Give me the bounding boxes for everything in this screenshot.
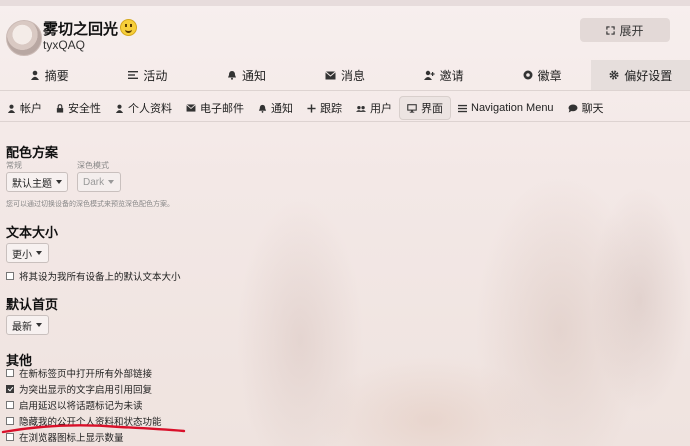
username-text: 雾切之回光	[43, 21, 119, 38]
subtab-interface[interactable]: 界面	[399, 96, 451, 120]
user-plus-icon	[423, 70, 435, 80]
subtab-notifications[interactable]: 通知	[251, 97, 300, 119]
badge-icon	[523, 70, 533, 80]
user-handle: tyxQAQ	[43, 38, 86, 52]
expand-icon	[606, 25, 616, 35]
subtab-label: 聊天	[581, 103, 604, 115]
subtab-email[interactable]: 电子邮件	[179, 97, 251, 119]
tab-activity[interactable]: 活动	[99, 60, 198, 90]
option-delay-unread[interactable]: 启用延迟以将话题标记为未读	[6, 398, 143, 412]
regular-scheme-select[interactable]: 默认主题	[6, 172, 68, 192]
chat-icon	[568, 103, 578, 113]
default-text-size-option[interactable]: 将其设为我所有设备上的默认文本大小	[6, 269, 181, 283]
dark-scheme-label: 深色模式	[77, 161, 109, 170]
chevron-down-icon	[56, 180, 62, 184]
tab-summary[interactable]: 摘要	[0, 60, 99, 90]
tab-label: 活动	[143, 68, 168, 83]
desktop-icon	[407, 103, 417, 113]
color-scheme-heading: 配色方案	[6, 145, 59, 160]
select-value: Dark	[83, 176, 105, 188]
bars-icon	[458, 104, 467, 112]
option-label: 在新标签页中打开所有外部链接	[19, 369, 153, 380]
avatar[interactable]	[6, 20, 42, 56]
person-icon	[30, 70, 39, 80]
list-icon	[128, 71, 139, 79]
select-value: 最新	[12, 321, 32, 333]
dark-scheme-select[interactable]: Dark	[77, 172, 121, 192]
tab-label: 偏好设置	[624, 68, 673, 83]
option-checkbox[interactable]	[6, 369, 14, 377]
select-value: 默认主题	[12, 178, 52, 190]
select-value: 更小	[12, 249, 32, 261]
subtab-label: 跟踪	[320, 103, 342, 115]
tab-label: 摘要	[44, 68, 69, 83]
subtab-account[interactable]: 帐户	[0, 97, 49, 119]
person-icon	[7, 104, 16, 113]
envelope-icon	[325, 70, 336, 79]
regular-scheme-label: 常规	[6, 161, 22, 170]
subtab-tracking[interactable]: 跟踪	[300, 97, 349, 119]
option-checkbox[interactable]	[6, 401, 14, 409]
users-icon	[356, 105, 366, 112]
dark-mode-hint: 您可以通过切换设备的深色模式来预览深色配色方案。	[6, 201, 174, 208]
subtab-label: Navigation Menu	[471, 102, 554, 114]
chevron-down-icon	[108, 180, 115, 184]
text-size-heading: 文本大小	[6, 225, 59, 240]
expand-button[interactable]: 展开	[580, 18, 670, 42]
chevron-down-icon	[36, 323, 42, 327]
text-size-select[interactable]: 更小	[6, 243, 49, 263]
chevron-down-icon	[36, 251, 42, 255]
option-label: 为突出显示的文字启用引用回复	[19, 385, 153, 396]
subtab-navigation-menu[interactable]: Navigation Menu	[451, 97, 561, 119]
subtab-security[interactable]: 安全性	[49, 97, 108, 119]
gear-icon	[609, 70, 619, 80]
tab-badges[interactable]: 徽章	[493, 60, 592, 90]
subtab-label: 安全性	[68, 103, 101, 115]
tab-label: 邀请	[439, 68, 464, 83]
plus-icon	[307, 103, 316, 113]
user-header: 雾切之回光 tyxQAQ 展开	[0, 10, 690, 56]
tab-notifications[interactable]: 通知	[197, 60, 296, 90]
lock-icon	[56, 103, 64, 113]
tab-label: 消息	[341, 68, 366, 83]
option-label: 启用延迟以将话题标记为未读	[19, 401, 143, 412]
subtab-users[interactable]: 用户	[349, 97, 399, 119]
default-text-size-checkbox[interactable]	[6, 272, 14, 280]
default-home-heading: 默认首页	[6, 297, 59, 312]
user-main-nav: 摘要 活动 通知 消息 邀请 徽章 偏好设置	[0, 60, 690, 91]
smile-emoji-icon	[120, 19, 138, 36]
option-checkbox[interactable]	[6, 385, 14, 393]
subtab-label: 个人资料	[128, 103, 172, 115]
subtab-label: 用户	[370, 103, 392, 115]
subtab-label: 帐户	[20, 103, 42, 115]
subtab-chat[interactable]: 聊天	[561, 97, 611, 119]
bell-icon	[227, 71, 236, 80]
preferences-subnav: 帐户 安全性 个人资料 电子邮件 通知 跟踪 用户 界面 Navigation …	[0, 95, 690, 122]
envelope-icon	[186, 104, 196, 112]
subtab-label: 电子邮件	[200, 103, 244, 115]
tab-messages[interactable]: 消息	[296, 60, 395, 90]
option-quote-reply[interactable]: 为突出显示的文字启用引用回复	[6, 382, 152, 396]
tab-label: 通知	[241, 68, 266, 83]
subtab-profile[interactable]: 个人资料	[108, 97, 179, 119]
tab-preferences[interactable]: 偏好设置	[591, 60, 690, 90]
top-cut-off-banner	[0, 0, 690, 6]
default-home-select[interactable]: 最新	[6, 315, 49, 335]
tab-label: 徽章	[537, 68, 562, 83]
option-open-external-links[interactable]: 在新标签页中打开所有外部链接	[6, 366, 152, 380]
username: 雾切之回光	[43, 18, 138, 39]
tab-invites[interactable]: 邀请	[394, 60, 493, 90]
person-icon	[115, 104, 124, 113]
subtab-label: 通知	[271, 103, 293, 115]
bell-icon	[258, 104, 267, 113]
subtab-label: 界面	[421, 103, 443, 115]
expand-button-label: 展开	[619, 23, 644, 38]
checkbox-label: 将其设为我所有设备上的默认文本大小	[19, 272, 181, 283]
red-annotation-underline	[1, 424, 186, 434]
